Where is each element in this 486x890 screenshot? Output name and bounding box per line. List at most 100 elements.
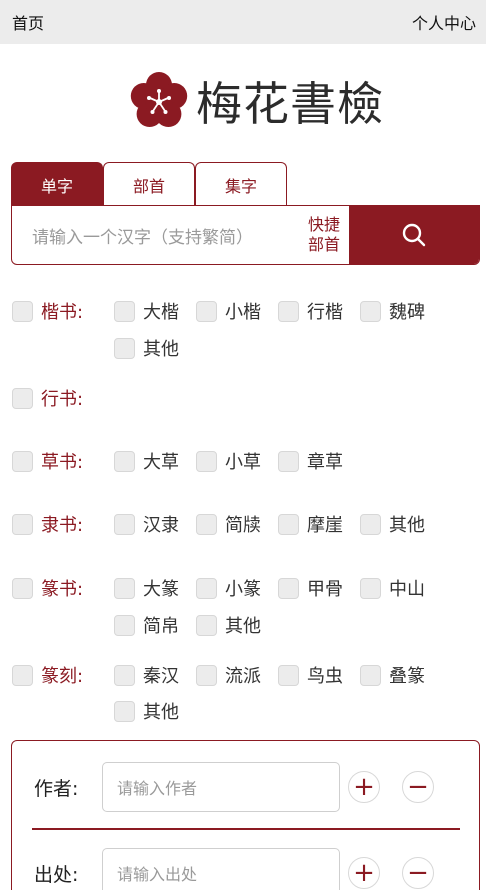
checkbox[interactable] [12,664,33,686]
checkbox[interactable] [114,300,135,322]
option-item[interactable]: 章草 [278,447,343,475]
quick-radical-label-2: 部首 [307,235,340,254]
plus-icon: + [353,772,375,802]
checkbox[interactable] [278,577,299,599]
search-icon [402,223,426,247]
option-item[interactable]: 其他 [196,611,261,639]
option-item[interactable]: 小篆 [196,574,261,602]
plum-blossom-icon [130,72,188,127]
home-link[interactable]: 首页 [12,10,44,34]
checkbox[interactable] [196,577,217,599]
checkbox[interactable] [12,513,33,535]
option-item[interactable]: 摩崖 [278,510,343,538]
checkbox[interactable] [360,300,381,322]
add-author-button[interactable]: + [348,771,380,803]
quick-radical-button[interactable]: 快捷 部首 [299,206,349,264]
remove-source-button[interactable]: − [402,857,434,889]
option-item[interactable]: 秦汉 [114,661,179,689]
checkbox[interactable] [278,450,299,472]
checkbox[interactable] [360,513,381,535]
option-item[interactable]: 其他 [114,697,179,725]
checkbox[interactable] [196,664,217,686]
option-item[interactable]: 汉隶 [114,510,179,538]
checkbox[interactable] [114,577,135,599]
option-label: 小楷 [225,302,261,323]
category-lishu[interactable]: 隶书: [12,510,83,538]
option-label: 其他 [143,702,179,723]
checkbox[interactable] [114,614,135,636]
checkbox[interactable] [114,700,135,722]
option-label: 简帛 [143,616,179,637]
option-label: 叠篆 [389,666,425,687]
checkbox[interactable] [114,450,135,472]
checkbox[interactable] [278,664,299,686]
remove-author-button[interactable]: − [402,771,434,803]
option-item[interactable]: 甲骨 [278,574,343,602]
checkbox[interactable] [114,337,135,359]
category-kaishu[interactable]: 楷书: [12,297,83,325]
checkbox[interactable] [114,513,135,535]
option-label: 大楷 [143,302,179,323]
checkbox[interactable] [196,614,217,636]
add-source-button[interactable]: + [348,857,380,889]
option-item[interactable]: 行楷 [278,297,343,325]
checkbox[interactable] [360,577,381,599]
checkbox[interactable] [12,450,33,472]
option-item[interactable]: 其他 [114,334,179,362]
option-item[interactable]: 大草 [114,447,179,475]
divider [32,828,460,830]
search-button[interactable] [349,206,479,264]
checkbox[interactable] [114,664,135,686]
option-label: 甲骨 [307,579,343,600]
option-item[interactable]: 小楷 [196,297,261,325]
option-label: 流派 [225,666,261,687]
top-nav-bar: 首页 个人中心 [0,0,486,44]
checkbox[interactable] [12,300,33,322]
author-input[interactable]: 请输入作者 [102,762,340,812]
checkbox[interactable] [360,664,381,686]
option-item[interactable]: 简牍 [196,510,261,538]
author-filter-row: 作者: 请输入作者 + − [12,759,479,815]
option-item[interactable]: 流派 [196,661,261,689]
checkbox[interactable] [12,577,33,599]
tab-collection[interactable]: 集字 [195,162,287,206]
category-zhuanshu[interactable]: 篆书: [12,574,83,602]
checkbox[interactable] [12,387,33,409]
option-item[interactable]: 中山 [360,574,425,602]
option-label: 汉隶 [143,515,179,536]
category-label: 隶书: [41,515,84,536]
option-item[interactable]: 其他 [360,510,425,538]
search-input[interactable]: 请输入一个汉字（支持繁简） [12,206,299,264]
option-label: 大篆 [143,579,179,600]
option-item[interactable]: 叠篆 [360,661,425,689]
category-label: 草书: [41,452,84,473]
checkbox[interactable] [278,300,299,322]
logo: 梅花書檢 [128,66,384,136]
category-label: 篆刻: [41,666,84,687]
author-label: 作者: [34,777,79,800]
tab-single-character[interactable]: 单字 [11,162,103,206]
option-item[interactable]: 鸟虫 [278,661,343,689]
quick-radical-label-1: 快捷 [307,215,340,234]
checkbox[interactable] [196,300,217,322]
checkbox[interactable] [278,513,299,535]
option-item[interactable]: 大篆 [114,574,179,602]
option-item[interactable]: 大楷 [114,297,179,325]
search-mode-tabs: 单字 部首 集字 [11,162,287,206]
source-input[interactable]: 请输入出处 [102,848,340,890]
option-label: 魏碑 [389,302,425,323]
option-item[interactable]: 简帛 [114,611,179,639]
user-center-link[interactable]: 个人中心 [412,10,476,34]
source-label: 出处: [34,863,79,886]
checkbox[interactable] [196,513,217,535]
filter-panel: 作者: 请输入作者 + − 出处: 请输入出处 + − [11,740,480,890]
category-caoshu[interactable]: 草书: [12,447,83,475]
checkbox[interactable] [196,450,217,472]
category-zhuanke[interactable]: 篆刻: [12,661,83,689]
option-item[interactable]: 小草 [196,447,261,475]
tab-radical[interactable]: 部首 [103,162,195,206]
category-xingshu[interactable]: 行书: [12,384,83,412]
option-label: 小篆 [225,579,261,600]
option-label: 其他 [143,339,179,360]
option-item[interactable]: 魏碑 [360,297,425,325]
